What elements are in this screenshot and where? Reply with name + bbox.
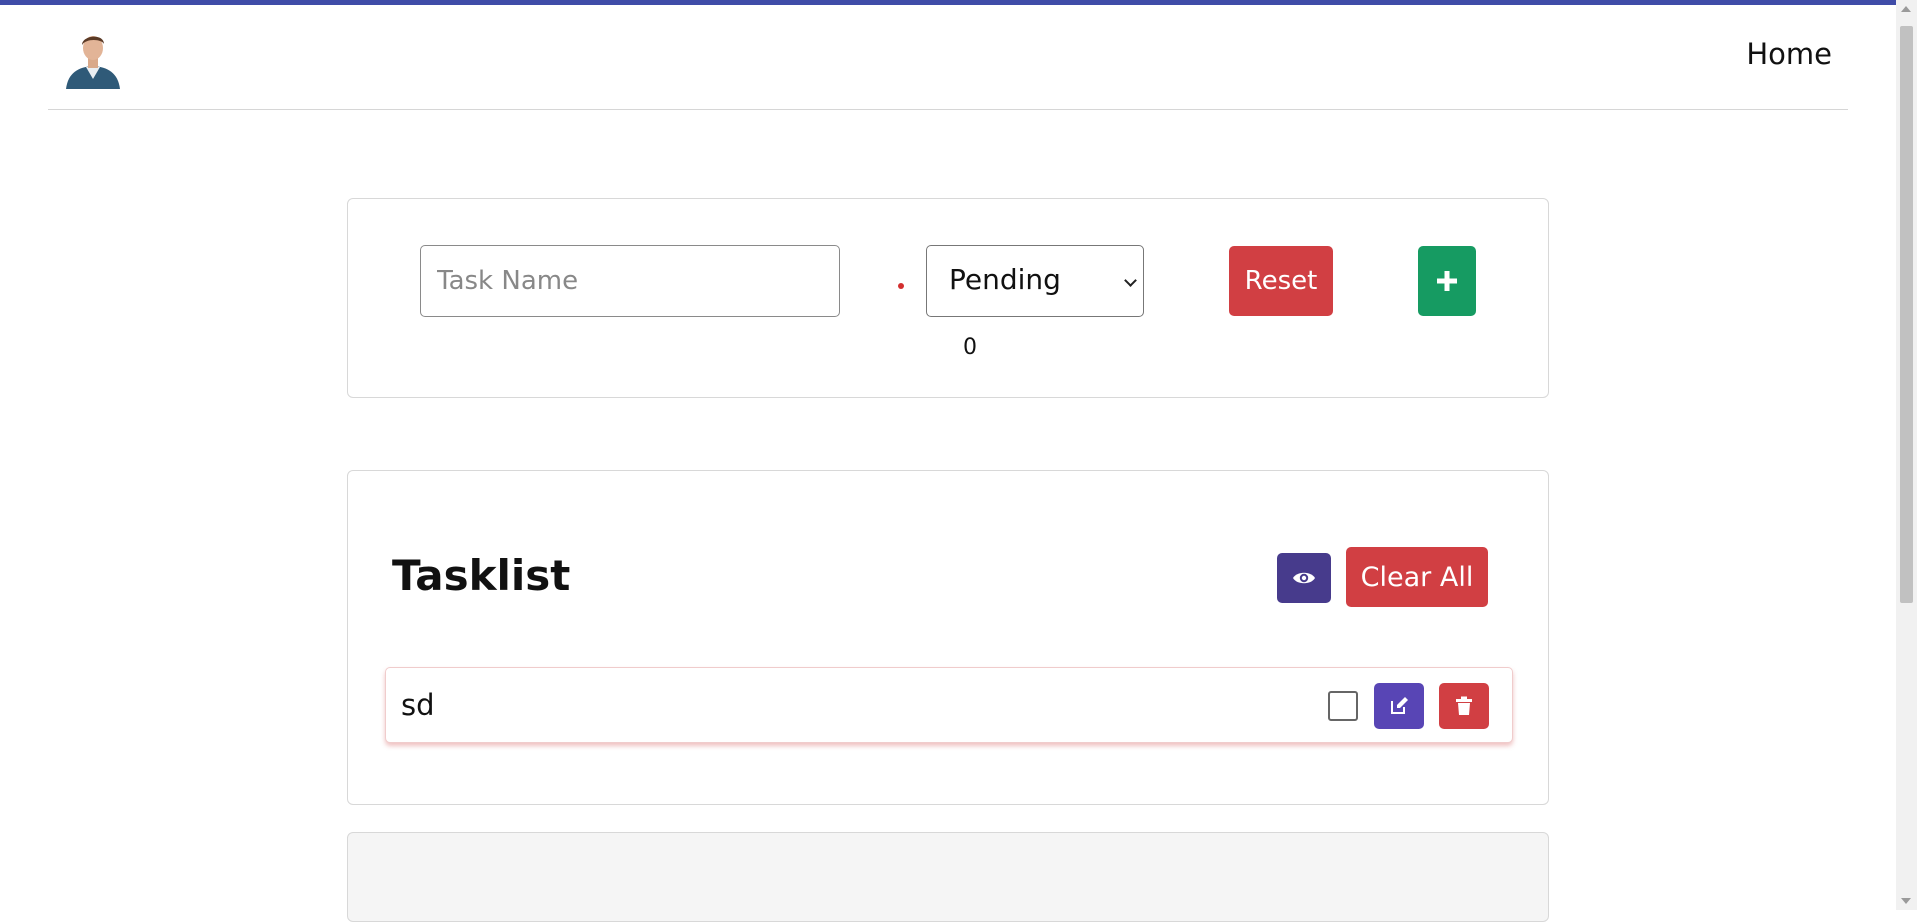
scroll-down-arrow-icon[interactable] [1901, 898, 1911, 904]
tasklist-title: Tasklist [392, 551, 571, 600]
delete-task-button[interactable] [1439, 683, 1489, 729]
tasklist-card: Tasklist Clear All sd [347, 470, 1549, 805]
navbar: Home [48, 5, 1848, 110]
secondary-card [347, 832, 1549, 922]
page: Home Pending 0 Reset Tasklist Clear All [0, 0, 1896, 922]
task-complete-checkbox[interactable] [1328, 691, 1358, 721]
clear-all-button[interactable]: Clear All [1346, 547, 1488, 607]
scrollbar[interactable] [1896, 0, 1917, 910]
nav-home-link[interactable]: Home [1746, 37, 1832, 71]
task-name: sd [401, 688, 435, 722]
status-select[interactable]: Pending [926, 245, 1144, 317]
task-row: sd [385, 667, 1513, 743]
task-counter: 0 [963, 335, 977, 360]
chevron-down-icon [1124, 274, 1137, 287]
reset-button[interactable]: Reset [1229, 246, 1333, 316]
edit-task-button[interactable] [1374, 683, 1424, 729]
required-indicator [898, 283, 904, 289]
trash-icon [1456, 696, 1472, 715]
status-select-value: Pending [949, 263, 1061, 296]
plus-icon [1437, 271, 1457, 291]
task-name-input[interactable] [420, 245, 840, 317]
avatar[interactable] [62, 29, 124, 89]
add-task-button[interactable] [1418, 246, 1476, 316]
edit-icon [1391, 697, 1408, 714]
eye-icon [1293, 572, 1315, 584]
toggle-visibility-button[interactable] [1277, 553, 1331, 603]
scrollbar-thumb[interactable] [1900, 26, 1913, 603]
task-form-card: Pending 0 Reset [347, 198, 1549, 398]
scroll-up-arrow-icon[interactable] [1901, 6, 1911, 12]
